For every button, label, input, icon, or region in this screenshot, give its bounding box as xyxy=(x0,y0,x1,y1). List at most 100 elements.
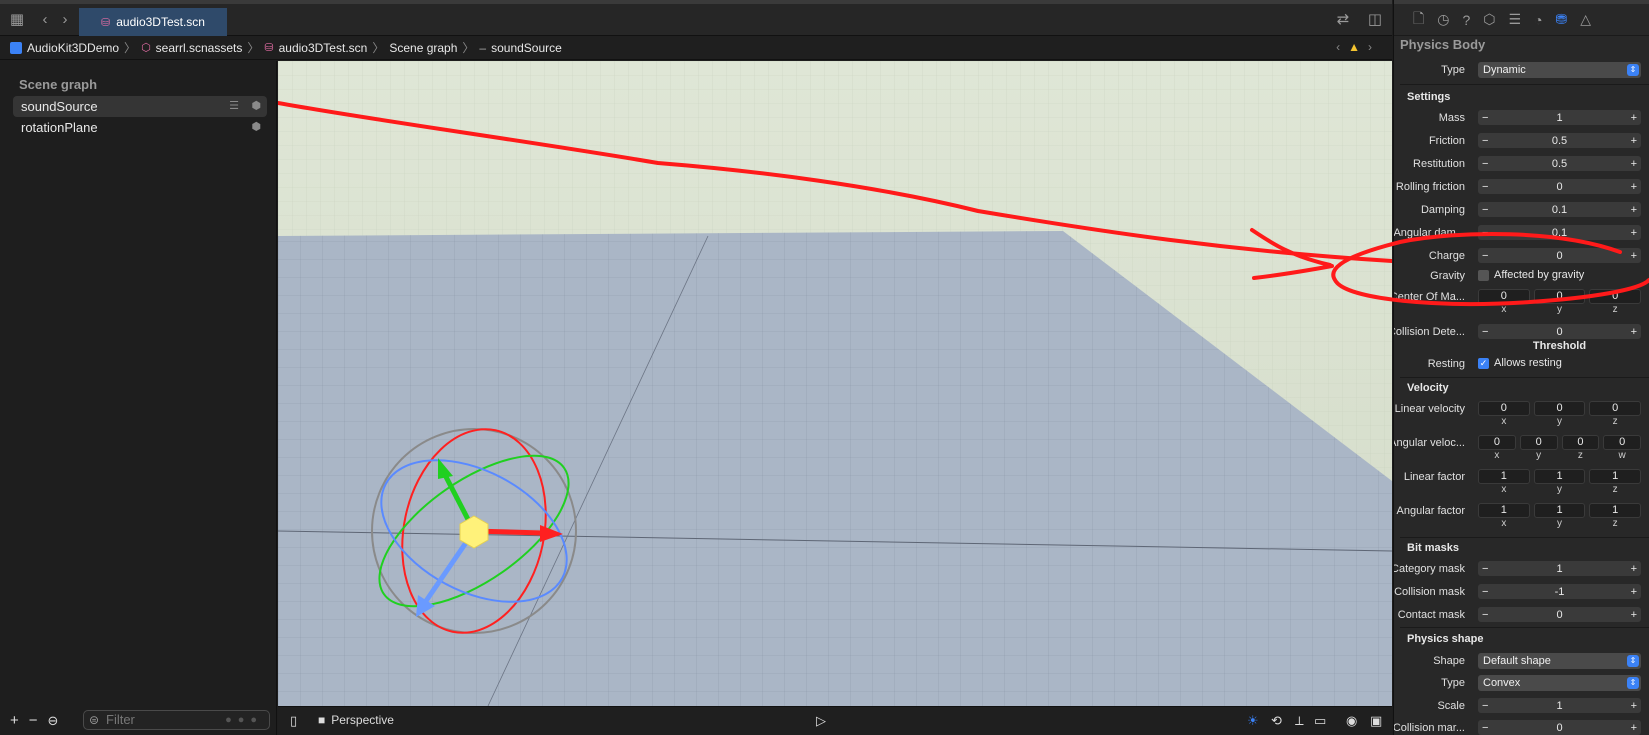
help-inspector-icon[interactable]: ? xyxy=(1462,12,1470,28)
screenshot-icon[interactable]: ▭ xyxy=(1314,713,1326,729)
linear-velocity-z-field[interactable]: 0 xyxy=(1589,401,1642,416)
annotation-overlay xyxy=(1250,228,1649,306)
damping-label: Damping xyxy=(1420,204,1465,216)
linear-factor-y-field[interactable]: 1 xyxy=(1533,469,1586,484)
increment-icon[interactable]: + xyxy=(1631,563,1637,575)
damping-stepper[interactable]: −0.1 + xyxy=(1478,202,1641,217)
material-inspector-icon[interactable]: △ xyxy=(1580,11,1591,28)
increment-icon[interactable]: + xyxy=(1631,204,1637,216)
camera-selector[interactable]: ■ Perspective xyxy=(318,713,394,727)
forward-chevron-icon[interactable]: › xyxy=(55,10,75,30)
divider xyxy=(1400,84,1649,85)
breadcrumb-node[interactable]: – soundSource xyxy=(479,41,561,55)
history-inspector-icon[interactable]: ◷ xyxy=(1437,11,1449,28)
collision-threshold-stepper[interactable]: −0 + xyxy=(1478,324,1641,339)
file-inspector-icon[interactable]: 🗋 xyxy=(1413,8,1424,32)
warning-icon[interactable]: ▲ xyxy=(1348,40,1360,54)
collision-margin-stepper[interactable]: −0 + xyxy=(1478,720,1641,735)
axis-label: z xyxy=(1612,518,1618,529)
increment-icon[interactable]: + xyxy=(1631,586,1637,598)
linear-velocity-y-field[interactable]: 0 xyxy=(1533,401,1586,416)
light-icon[interactable]: ☀ xyxy=(1247,713,1259,729)
scn-file-icon: ⛁ xyxy=(101,16,111,29)
rolling-friction-stepper[interactable]: −0 + xyxy=(1478,179,1641,194)
scene-viewport[interactable] xyxy=(278,61,1392,706)
friction-label: Friction xyxy=(1428,135,1465,147)
axis-label: x xyxy=(1501,518,1507,529)
collision-mask-stepper[interactable]: − -1 + xyxy=(1478,584,1641,599)
increment-icon[interactable]: + xyxy=(1631,135,1637,147)
linear-factor-x-field[interactable]: 1 xyxy=(1478,469,1530,484)
divider xyxy=(1400,627,1649,628)
angular-velocity-w-field[interactable]: 0 xyxy=(1603,435,1641,450)
swap-icon[interactable]: ⇄ xyxy=(1333,10,1353,30)
linear-factor-z-field[interactable]: 1 xyxy=(1589,469,1642,484)
mass-stepper[interactable]: −1 + xyxy=(1478,110,1641,125)
angular-factor-z-field[interactable]: 1 xyxy=(1589,503,1642,518)
angular-velocity-x-field[interactable]: 0 xyxy=(1478,435,1516,450)
breadcrumb-scn-file[interactable]: ⛁ audio3DTest.scn xyxy=(264,41,367,55)
filter-options-icons: ●●● xyxy=(225,714,263,726)
category-mask-stepper[interactable]: −1 + xyxy=(1478,561,1641,576)
physics-shape-title: Physics shape xyxy=(1407,633,1484,645)
type-label: Type xyxy=(1441,64,1465,76)
friction-stepper[interactable]: −0.5 + xyxy=(1478,133,1641,148)
grid-icon[interactable]: ▦ xyxy=(7,10,27,30)
sidebar-toggle-icon[interactable]: ▯ xyxy=(290,713,297,729)
type-popup[interactable]: Dynamic ⇕ xyxy=(1478,62,1641,78)
axis-label: z xyxy=(1612,416,1618,427)
physics-inspector-icon[interactable]: ⛃ xyxy=(1556,11,1568,28)
angular-velocity-label: Angular veloc... xyxy=(1393,437,1465,449)
angular-factor-x-field[interactable]: 1 xyxy=(1478,503,1530,518)
split-editor-icon[interactable]: ◫ xyxy=(1365,10,1385,30)
linear-velocity-x-field[interactable]: 0 xyxy=(1478,401,1530,416)
axis-icon[interactable]: ⟂ xyxy=(1295,713,1304,729)
collision-margin-label: Collision mar... xyxy=(1393,722,1465,734)
axis-label: z xyxy=(1577,450,1583,461)
camera-icon: ■ xyxy=(318,713,326,727)
angular-velocity-y-field[interactable]: 0 xyxy=(1519,435,1558,450)
animation-inspector-icon[interactable]: ◔ xyxy=(1534,12,1542,28)
restitution-stepper[interactable]: −0.5 + xyxy=(1478,156,1641,171)
increment-icon[interactable]: + xyxy=(1631,112,1637,124)
remove-icon[interactable]: − xyxy=(29,712,38,729)
category-mask-label: Category mask xyxy=(1393,563,1465,575)
play-icon[interactable]: ▷ xyxy=(816,713,826,729)
eye-icon[interactable]: ◉ xyxy=(1346,713,1357,729)
attributes-inspector-icon[interactable]: ☰ xyxy=(1509,11,1522,28)
scene-node-soundsource[interactable]: soundSource ☰ ⬢ xyxy=(13,96,267,117)
panel-toggle-icon[interactable]: ▣ xyxy=(1370,713,1382,729)
contact-mask-stepper[interactable]: −0 + xyxy=(1478,607,1641,622)
angular-factor-fields: 1x 1y 1z xyxy=(1478,503,1642,531)
issue-forward-icon[interactable]: › xyxy=(1368,40,1372,54)
shape-type-popup[interactable]: Convex ⇕ xyxy=(1478,675,1641,691)
increment-icon[interactable]: + xyxy=(1631,609,1637,621)
increment-icon[interactable]: + xyxy=(1631,158,1637,170)
add-icon[interactable]: + xyxy=(10,712,19,729)
axis-label: x xyxy=(1501,416,1507,427)
increment-icon[interactable]: + xyxy=(1631,722,1637,734)
scn-file-icon: ⛁ xyxy=(264,42,274,54)
scene-graph-title: Scene graph xyxy=(19,77,98,92)
mass-label: Mass xyxy=(1438,112,1465,124)
breadcrumb-project[interactable]: AudioKit3DDemo xyxy=(10,41,119,55)
allows-resting-checkbox[interactable]: ✓ Allows resting xyxy=(1478,357,1562,369)
filter-input[interactable]: ⊜ Filter ●●● xyxy=(83,710,270,730)
shape-popup[interactable]: Default shape ⇕ xyxy=(1478,653,1641,669)
increment-icon[interactable]: + xyxy=(1631,326,1637,338)
increment-icon[interactable]: + xyxy=(1631,700,1637,712)
loop-icon[interactable]: ⟲ xyxy=(1271,713,1282,729)
increment-icon[interactable]: + xyxy=(1631,181,1637,193)
scale-stepper[interactable]: −1 + xyxy=(1478,698,1641,713)
more-options-icon[interactable]: ⊖ xyxy=(48,713,59,729)
tab-audio3dtest[interactable]: ⛁ audio3DTest.scn xyxy=(79,8,227,36)
breadcrumb-scene-graph[interactable]: Scene graph xyxy=(389,41,457,55)
back-chevron-icon[interactable]: ‹ xyxy=(35,10,55,30)
issue-back-icon[interactable]: ‹ xyxy=(1336,40,1340,54)
scene-node-rotationplane[interactable]: rotationPlane ⬢ xyxy=(13,117,267,138)
angular-velocity-z-field[interactable]: 0 xyxy=(1561,435,1600,450)
contact-mask-label: Contact mask xyxy=(1397,609,1465,621)
breadcrumb-scnassets[interactable]: ⬡ searrl.scnassets xyxy=(141,41,242,55)
node-inspector-icon[interactable]: ⬡ xyxy=(1483,11,1495,28)
angular-factor-y-field[interactable]: 1 xyxy=(1533,503,1586,518)
